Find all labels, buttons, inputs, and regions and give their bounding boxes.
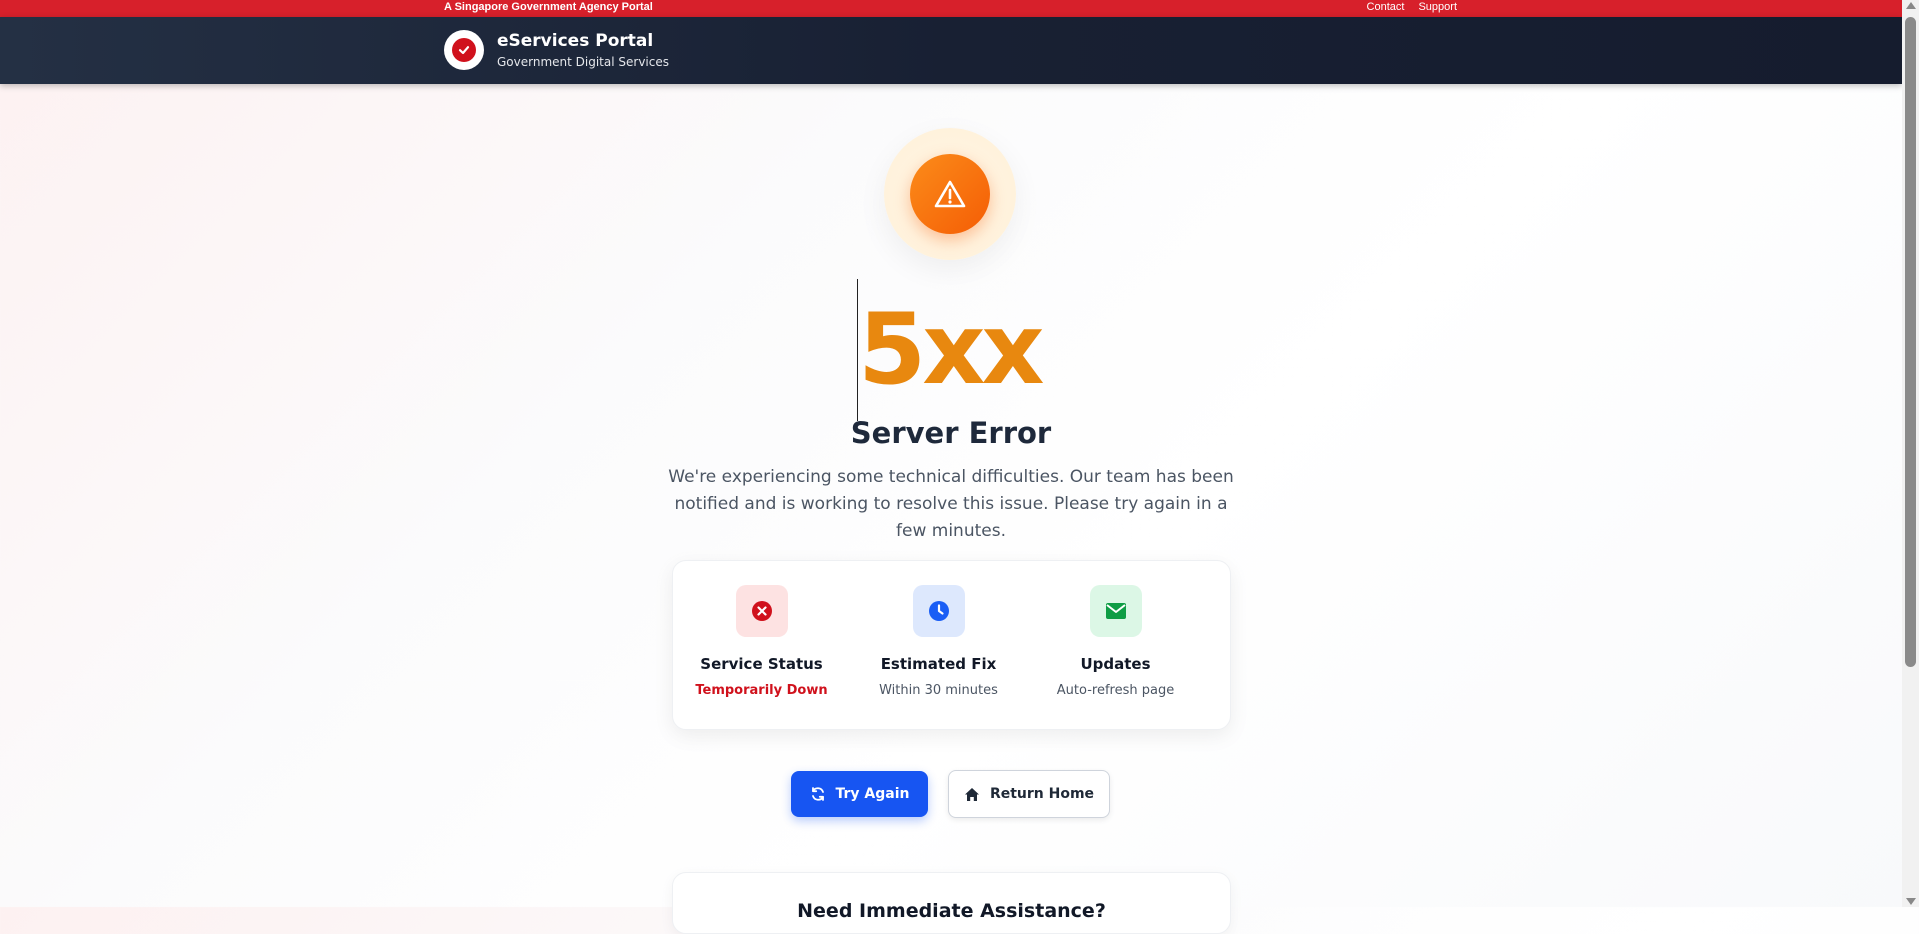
fix-icon-box [912, 585, 965, 637]
check-icon [452, 38, 476, 62]
updates-label: Updates [1080, 655, 1151, 673]
updates-value: Auto-refresh page [1056, 683, 1175, 698]
clock-icon [928, 601, 949, 621]
portal-logo[interactable] [444, 30, 484, 70]
estimated-fix-label: Estimated Fix [880, 655, 997, 673]
site-header: eServices Portal Government Digital Serv… [0, 17, 1902, 84]
vertical-scrollbar[interactable] [1902, 0, 1919, 907]
try-again-button[interactable]: Try Again [791, 771, 928, 817]
service-status-label: Service Status [700, 655, 823, 673]
scroll-down-arrow-icon[interactable] [1906, 898, 1916, 905]
error-title: Server Error [850, 416, 1052, 450]
help-card: Need Immediate Assistance? [672, 872, 1231, 934]
updates-icon-box [1089, 585, 1142, 637]
agency-topbar: A Singapore Government Agency Portal Con… [0, 0, 1902, 17]
support-link[interactable]: Support [1418, 1, 1457, 13]
updates-item: Updates Auto-refresh page [1027, 585, 1204, 698]
return-home-label: Return Home [989, 786, 1095, 802]
refresh-icon [811, 787, 824, 801]
try-again-label: Try Again [835, 786, 910, 802]
service-status-item: Service Status Temporarily Down [673, 585, 850, 698]
return-home-button[interactable]: Return Home [948, 770, 1110, 818]
home-icon [964, 787, 979, 801]
warning-triangle-icon [934, 180, 966, 208]
envelope-icon [1105, 603, 1126, 619]
scroll-thumb[interactable] [1905, 17, 1916, 667]
estimated-fix-value: Within 30 minutes [879, 683, 998, 698]
x-circle-icon [751, 601, 772, 621]
agency-text: A Singapore Government Agency Portal [444, 1, 653, 13]
error-description: We're experiencing some technical diffic… [668, 467, 1234, 541]
portal-subtitle: Government Digital Services [497, 55, 669, 69]
contact-link[interactable]: Contact [1367, 1, 1405, 13]
status-icon-box [735, 585, 788, 637]
scroll-up-arrow-icon[interactable] [1906, 2, 1916, 9]
error-icon-ring [884, 128, 1016, 260]
topbar-links: Contact Support [1367, 1, 1457, 13]
service-status-value: Temporarily Down [695, 683, 828, 698]
warning-badge [910, 154, 990, 234]
portal-title[interactable]: eServices Portal [497, 31, 653, 51]
error-code: 5xx [858, 293, 1045, 407]
help-heading: Need Immediate Assistance? [797, 900, 1106, 922]
status-card: Service Status Temporarily Down Estimate… [672, 560, 1231, 730]
estimated-fix-item: Estimated Fix Within 30 minutes [850, 585, 1027, 698]
